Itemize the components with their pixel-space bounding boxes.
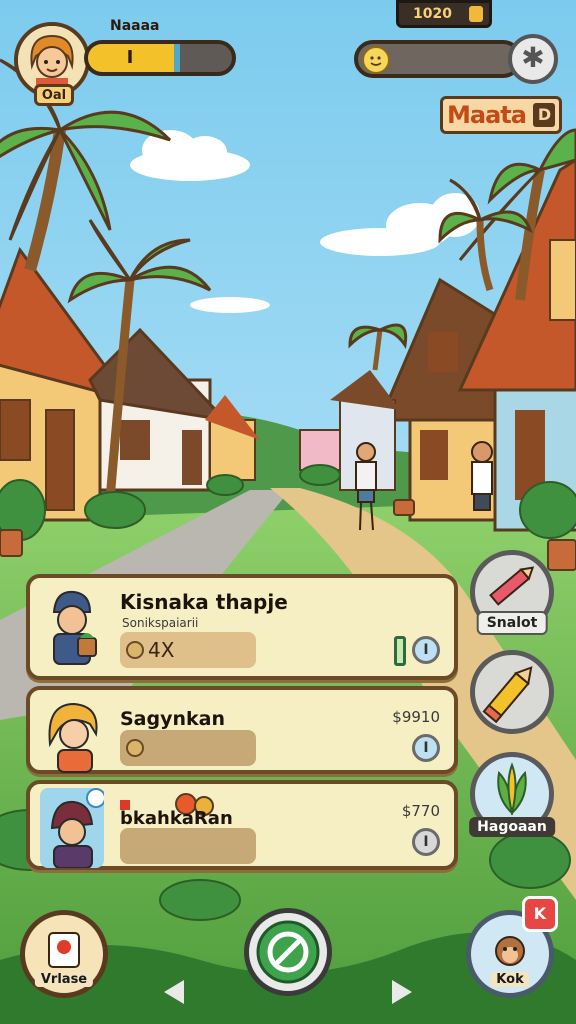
hp-bar-edge [174, 44, 181, 72]
mood-bar [354, 40, 522, 78]
bottom-button-label: Kok [490, 972, 530, 987]
logo-text: Maata [447, 101, 527, 129]
bottom-button-left[interactable]: Vrlase [20, 910, 108, 998]
settings-button[interactable]: ✱ [508, 34, 558, 84]
logo-badge: D [533, 103, 555, 127]
card-action-button[interactable]: I [412, 636, 440, 664]
player-name: Oal [34, 84, 74, 106]
side-button-label: Hagoaan [469, 817, 555, 837]
card-action-button[interactable]: I [412, 734, 440, 762]
clock-stat-icon [126, 739, 144, 757]
card-stat: 4X [148, 638, 175, 662]
leaf-icon [497, 762, 527, 816]
villager-portrait-2 [48, 702, 98, 773]
card-action-button[interactable]: I [412, 828, 440, 856]
game-logo: Maata D [440, 96, 562, 134]
side-button-craft[interactable] [470, 650, 554, 734]
coin-counter: 1020 [396, 0, 492, 28]
smiley-icon [362, 46, 390, 74]
side-button-label: Snalot [476, 611, 548, 635]
card-title: bkahkaRan [120, 808, 233, 829]
quest-card-3[interactable]: bkahkaRan $770 I [26, 780, 458, 870]
leaf-stat-icon [126, 641, 144, 659]
play-icon [256, 920, 320, 984]
hp-value: I [126, 47, 134, 68]
quest-card-1[interactable]: Kisnaka thapje Sonikspaiarii 4X I [26, 574, 458, 680]
bottom-button-label: Vrlase [34, 972, 94, 987]
camera-icon [48, 932, 80, 968]
villager-portrait-3 [40, 788, 104, 868]
hp-label: Naaaa [110, 18, 160, 34]
card-stat-pill: 4X [120, 632, 256, 668]
card-stat-pill [120, 828, 256, 864]
notification-badge[interactable]: K [522, 896, 558, 932]
settings-icon: ✱ [521, 41, 545, 74]
coin-icon [469, 6, 483, 22]
prev-arrow-icon[interactable] [164, 980, 184, 1004]
pencil-icon [482, 666, 533, 724]
battery-icon [394, 636, 406, 666]
card-price: $9910 [392, 708, 440, 726]
card-stat-pill [120, 730, 256, 766]
card-title: Sagynkan [120, 708, 226, 730]
card-title: Kisnaka thapje [120, 590, 288, 614]
hp-bar: I [84, 40, 236, 76]
card-subtitle: Sonikspaiarii [122, 616, 199, 630]
play-button[interactable] [244, 908, 332, 996]
pencil-icon [489, 566, 535, 606]
side-button-snalot[interactable]: Snalot [470, 550, 554, 635]
coin-value: 1020 [413, 6, 452, 22]
card-price: $770 [401, 802, 440, 820]
side-button-hagoaan[interactable]: Hagoaan [469, 752, 555, 837]
village-scene [0, 0, 576, 1024]
villager-portrait-1 [52, 590, 97, 665]
quest-card-2[interactable]: Sagynkan $9910 I [26, 686, 458, 774]
next-arrow-icon[interactable] [392, 980, 412, 1004]
